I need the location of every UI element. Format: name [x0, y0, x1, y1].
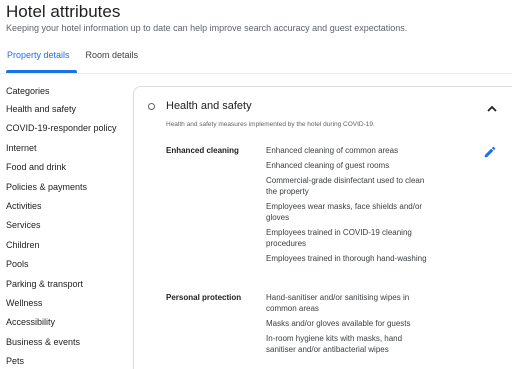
sidebar-item-pets[interactable]: Pets	[6, 356, 131, 369]
sidebar-item-children[interactable]: Children	[6, 240, 131, 259]
enhanced-cleaning-list: Enhanced cleaning of common areas Enhanc…	[266, 145, 428, 268]
list-item: Masks and/or gloves available for guests	[266, 319, 411, 328]
page-subtitle: Keeping your hotel information up to dat…	[6, 23, 408, 33]
list-item: Commercial-grade disinfectant used to cl…	[266, 176, 425, 196]
radio-circle-icon	[148, 103, 155, 110]
sidebar-item-policies-payments[interactable]: Policies & payments	[6, 182, 131, 201]
group-label-personal-protection: Personal protection	[166, 293, 242, 302]
tab-bar: Property details Room details	[0, 44, 145, 73]
pencil-icon[interactable]	[483, 145, 497, 159]
chevron-up-icon[interactable]	[486, 101, 498, 112]
list-item: In-room hygiene kits with masks, hand sa…	[266, 334, 403, 354]
panel-description: Health and safety measures implemented b…	[166, 121, 375, 128]
personal-protection-list: Hand-sanitiser and/or sanitising wipes i…	[266, 292, 428, 359]
sidebar-item-internet[interactable]: Internet	[6, 143, 131, 162]
sidebar-item-services[interactable]: Services	[6, 220, 131, 239]
sidebar-item-parking-transport[interactable]: Parking & transport	[6, 279, 131, 298]
list-item: Hand-sanitiser and/or sanitising wipes i…	[266, 293, 410, 313]
tab-property-details[interactable]: Property details	[0, 44, 77, 73]
sidebar-item-activities[interactable]: Activities	[6, 201, 131, 220]
sidebar-item-food-and-drink[interactable]: Food and drink	[6, 162, 131, 181]
sidebar-item-business-events[interactable]: Business & events	[6, 337, 131, 356]
sidebar-item-wellness[interactable]: Wellness	[6, 298, 131, 317]
sidebar-item-pools[interactable]: Pools	[6, 259, 131, 278]
sidebar-heading: Categories	[6, 86, 50, 96]
list-item: Enhanced cleaning of common areas	[266, 146, 399, 155]
sidebar-item-health-and-safety[interactable]: Health and safety	[6, 104, 131, 123]
tab-room-details[interactable]: Room details	[79, 44, 146, 73]
sidebar-item-covid-19-responder-policy[interactable]: COVID-19-responder policy	[6, 123, 131, 142]
panel-title: Health and safety	[166, 100, 252, 112]
health-and-safety-panel: Health and safety Health and safety meas…	[133, 86, 512, 369]
list-item: Employees trained in thorough hand-washi…	[266, 254, 427, 263]
list-item: Employees trained in COVID-19 cleaning p…	[266, 228, 412, 248]
sidebar-item-accessibility[interactable]: Accessibility	[6, 317, 131, 336]
category-sidebar: Categories Health and safety COVID-19-re…	[6, 86, 131, 369]
group-label-enhanced-cleaning: Enhanced cleaning	[166, 146, 239, 155]
tab-divider	[0, 73, 512, 74]
page-title: Hotel attributes	[6, 2, 121, 21]
list-item: Enhanced cleaning of guest rooms	[266, 161, 390, 170]
list-item: Employees wear masks, face shields and/o…	[266, 202, 423, 222]
